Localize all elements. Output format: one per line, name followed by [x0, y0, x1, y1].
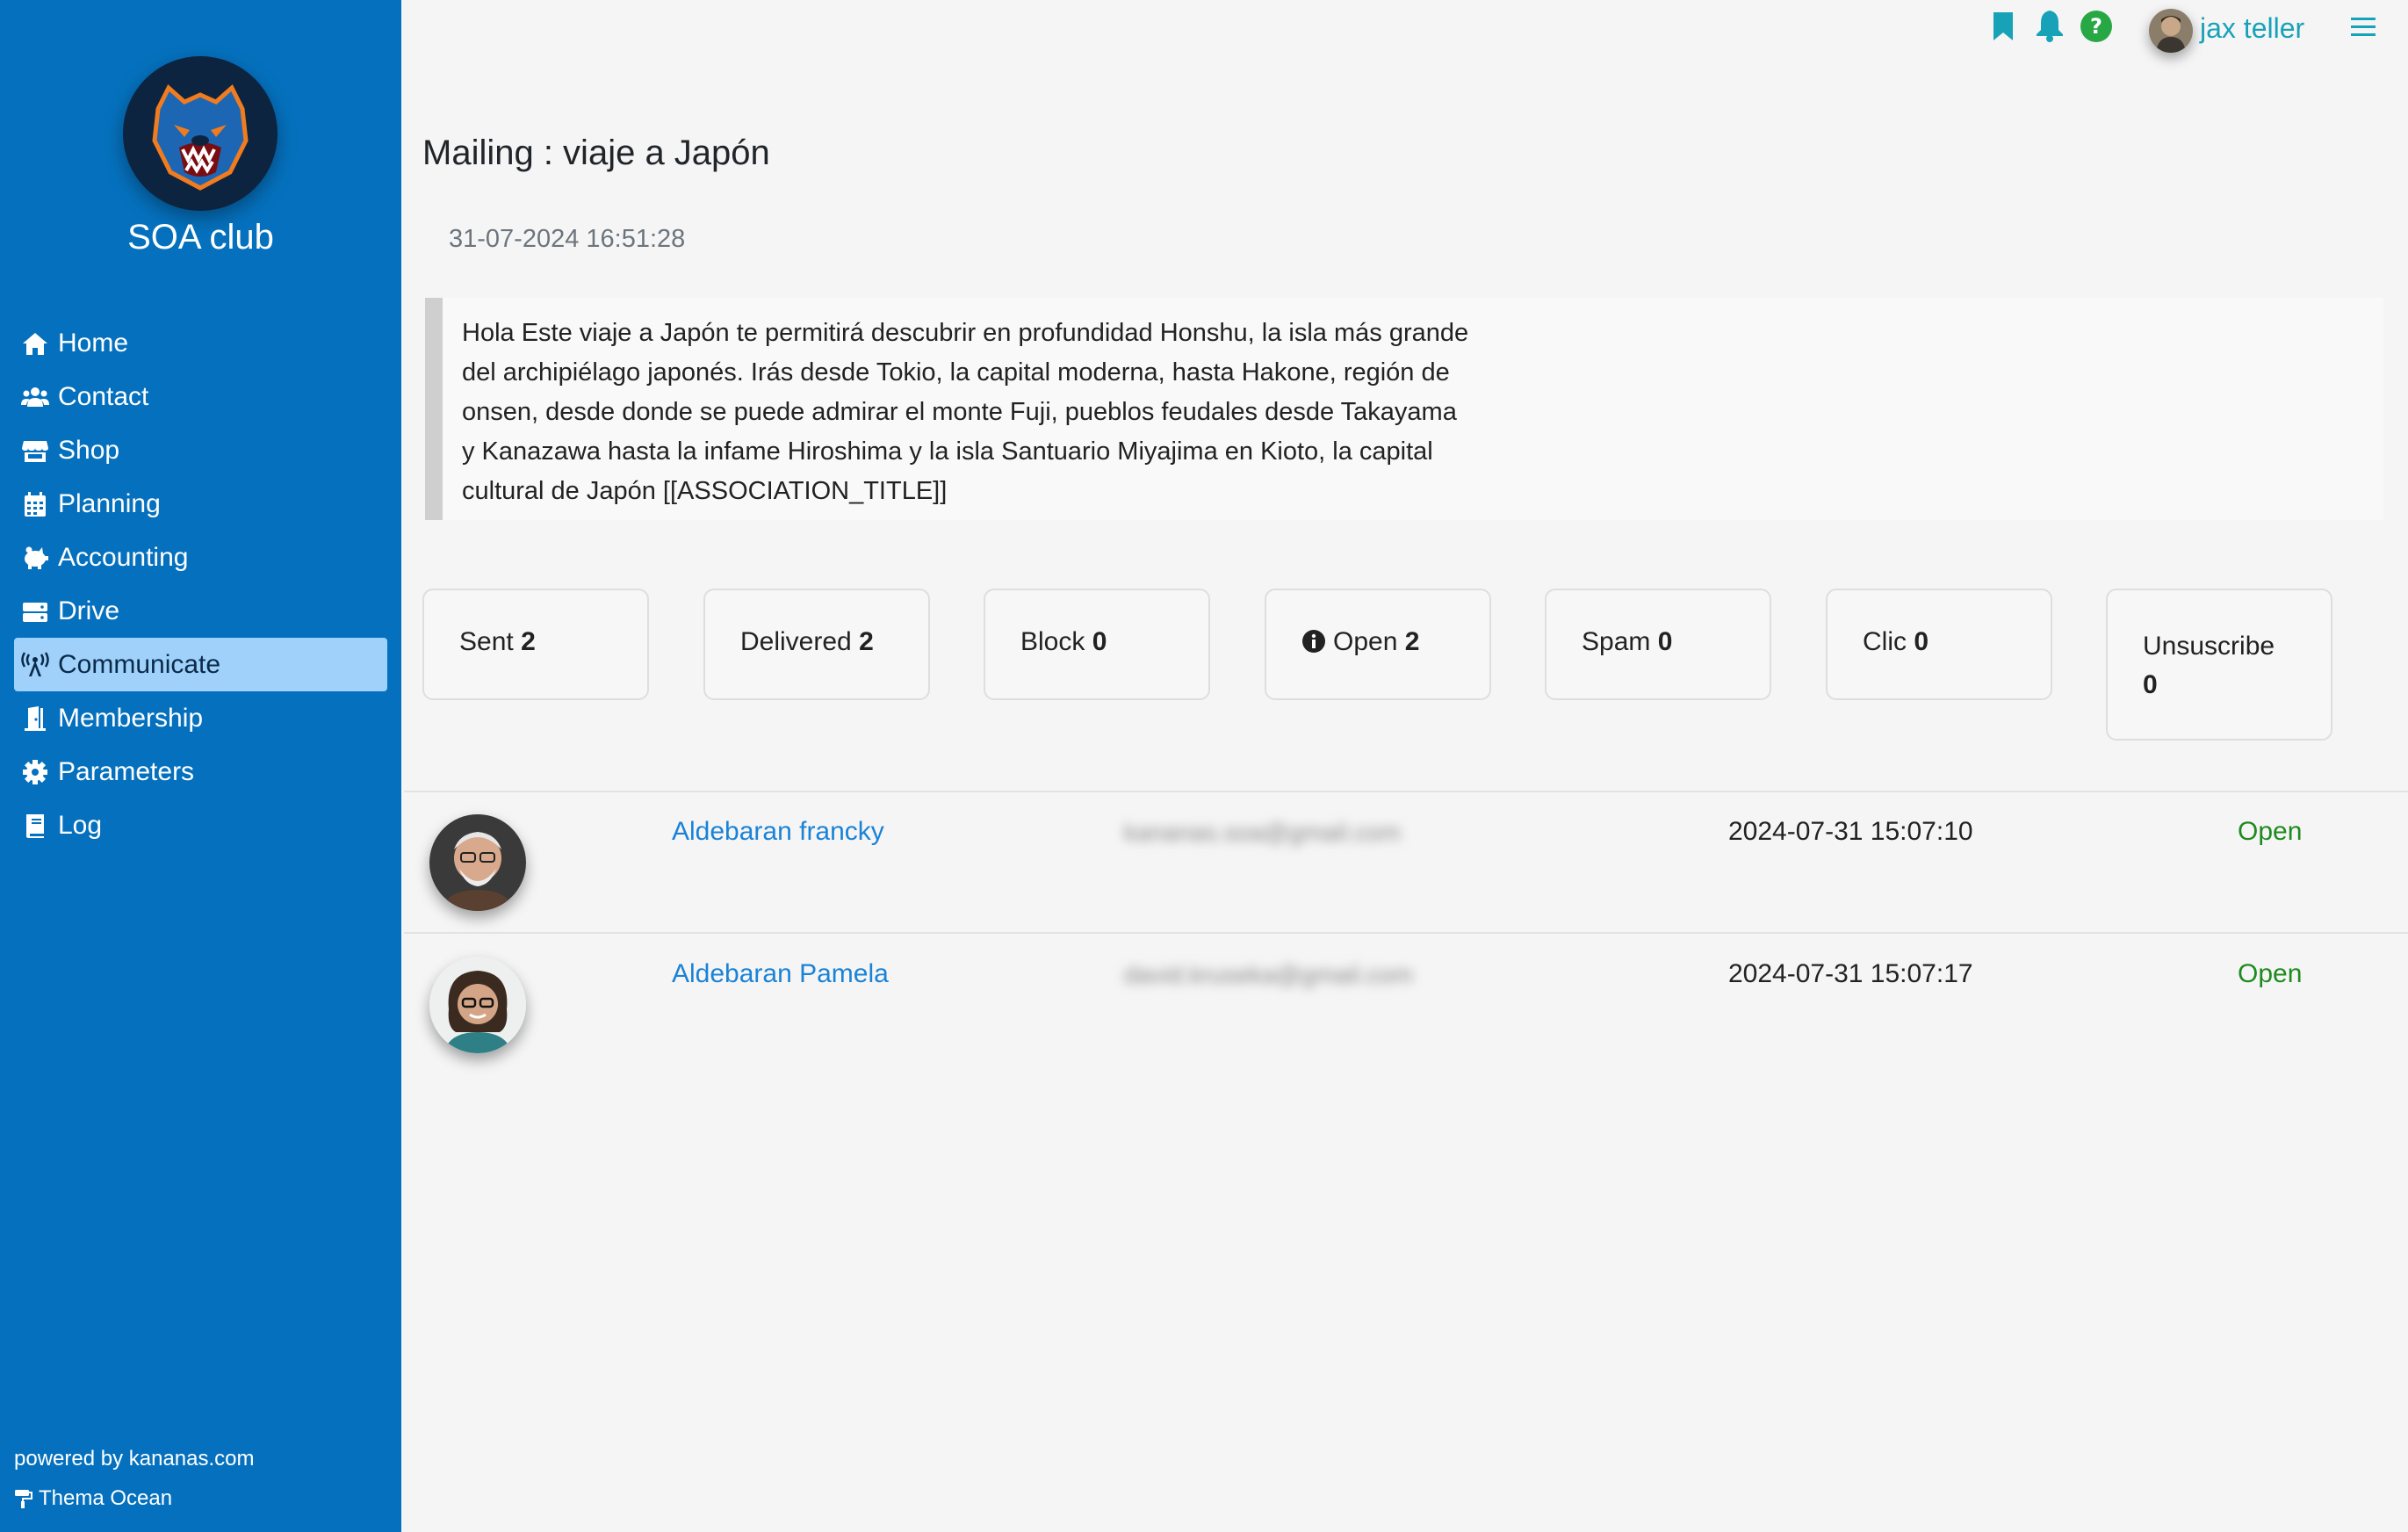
user-name-link[interactable]: jax teller — [2200, 12, 2304, 45]
sidebar-item-contact[interactable]: Contact — [14, 370, 387, 423]
powered-by-link[interactable]: powered by kananas.com — [14, 1447, 255, 1471]
stat-delivered[interactable]: Delivered 2 — [703, 589, 930, 700]
sidebar-item-label: Communicate — [58, 649, 221, 679]
sidebar-item-drive[interactable]: Drive — [14, 584, 387, 638]
sidebar-item-label: Membership — [58, 703, 204, 733]
sidebar-item-label: Parameters — [58, 756, 195, 786]
recipient-date: 2024-07-31 15:07:10 — [1728, 817, 1973, 846]
piggy-bank-icon — [19, 545, 51, 571]
mailing-body-text: Hola Este viaje a Japón te permitirá des… — [462, 319, 1469, 505]
sidebar-item-label: Accounting — [58, 542, 189, 572]
stat-label: Block — [1020, 627, 1085, 656]
bell-icon[interactable] — [2035, 9, 2065, 47]
stat-value: 0 — [1657, 627, 1673, 656]
club-logo[interactable] — [123, 56, 278, 211]
svg-text:?: ? — [2090, 14, 2102, 39]
bookmark-icon[interactable] — [1992, 11, 2015, 47]
recipient-status: Open — [2238, 817, 2303, 846]
stat-value: 0 — [1092, 627, 1107, 656]
stat-value: 0 — [2143, 670, 2158, 699]
sidebar-item-parameters[interactable]: Parameters — [14, 745, 387, 799]
recipient-email: kananas.soa@gmail.com — [1124, 819, 1401, 846]
sidebar-item-communicate[interactable]: Communicate — [14, 638, 387, 691]
stat-value: 0 — [1914, 627, 1929, 656]
recipient-status: Open — [2238, 959, 2303, 988]
theme-selector[interactable]: Thema Ocean — [14, 1486, 172, 1511]
stat-label: Delivered — [740, 627, 852, 656]
broadcast-tower-icon — [19, 651, 51, 678]
stat-label: Clic — [1863, 627, 1907, 656]
book-icon — [19, 813, 51, 839]
users-icon — [19, 384, 51, 410]
home-icon — [19, 330, 51, 357]
stat-block[interactable]: Block 0 — [984, 589, 1210, 700]
hamburger-menu-icon[interactable] — [2351, 16, 2376, 43]
sidebar-item-label: Drive — [58, 596, 120, 625]
door-open-icon — [19, 705, 51, 732]
stat-open[interactable]: Open 2 — [1265, 589, 1491, 700]
sidebar-item-label: Log — [58, 810, 103, 840]
mailing-date: 31-07-2024 16:51:28 — [449, 225, 686, 253]
stat-label: Sent — [459, 627, 514, 656]
sidebar-item-home[interactable]: Home — [14, 316, 387, 370]
help-icon[interactable]: ? — [2080, 10, 2113, 47]
avatar — [429, 814, 526, 911]
sidebar-item-accounting[interactable]: Accounting — [14, 531, 387, 584]
user-avatar[interactable] — [2149, 9, 2193, 53]
hard-drive-icon — [19, 598, 51, 625]
stat-value: 2 — [521, 627, 536, 656]
stat-value: 2 — [1404, 627, 1420, 656]
stat-value: 2 — [859, 627, 874, 656]
recipient-name-link[interactable]: Aldebaran Pamela — [672, 959, 889, 989]
sidebar-item-membership[interactable]: Membership — [14, 691, 387, 745]
page-title: Mailing : viaje a Japón — [422, 134, 770, 172]
sidebar-item-label: Home — [58, 328, 129, 358]
sidebar-item-shop[interactable]: Shop — [14, 423, 387, 477]
sidebar-nav: Home Contact Shop Planning Accounting Dr… — [14, 316, 387, 852]
stat-label: Unsuscribe — [2143, 632, 2275, 661]
store-icon — [19, 437, 51, 464]
paint-roller-icon — [15, 1490, 32, 1508]
mailing-body: Hola Este viaje a Japón te permitirá des… — [425, 298, 2383, 520]
stat-label: Spam — [1582, 627, 1651, 656]
sidebar: SOA club Home Contact Shop Planning Acco… — [0, 0, 401, 1532]
row-divider — [404, 932, 2408, 934]
theme-label: Thema Ocean — [39, 1486, 173, 1510]
recipient-date: 2024-07-31 15:07:17 — [1728, 959, 1973, 988]
club-name: SOA club — [127, 218, 274, 257]
stat-clic[interactable]: Clic 0 — [1826, 589, 2052, 700]
row-divider — [404, 791, 2408, 792]
info-circle-icon — [1302, 630, 1325, 653]
sidebar-item-planning[interactable]: Planning — [14, 477, 387, 531]
stat-spam[interactable]: Spam 0 — [1545, 589, 1771, 700]
sidebar-item-label: Planning — [58, 488, 161, 518]
stat-sent[interactable]: Sent 2 — [422, 589, 649, 700]
avatar — [429, 957, 526, 1053]
gear-icon — [19, 759, 51, 785]
recipient-name-link[interactable]: Aldebaran francky — [672, 817, 884, 847]
bear-logo-icon — [123, 56, 278, 211]
stat-label: Open — [1333, 627, 1398, 656]
stat-unsubscribe[interactable]: Unsuscribe 0 — [2106, 589, 2332, 741]
recipient-email: david.kruseka@gmail.com — [1124, 961, 1413, 988]
sidebar-item-label: Shop — [58, 435, 120, 465]
sidebar-item-label: Contact — [58, 381, 149, 411]
calendar-icon — [19, 491, 51, 517]
sidebar-item-log[interactable]: Log — [14, 799, 387, 852]
